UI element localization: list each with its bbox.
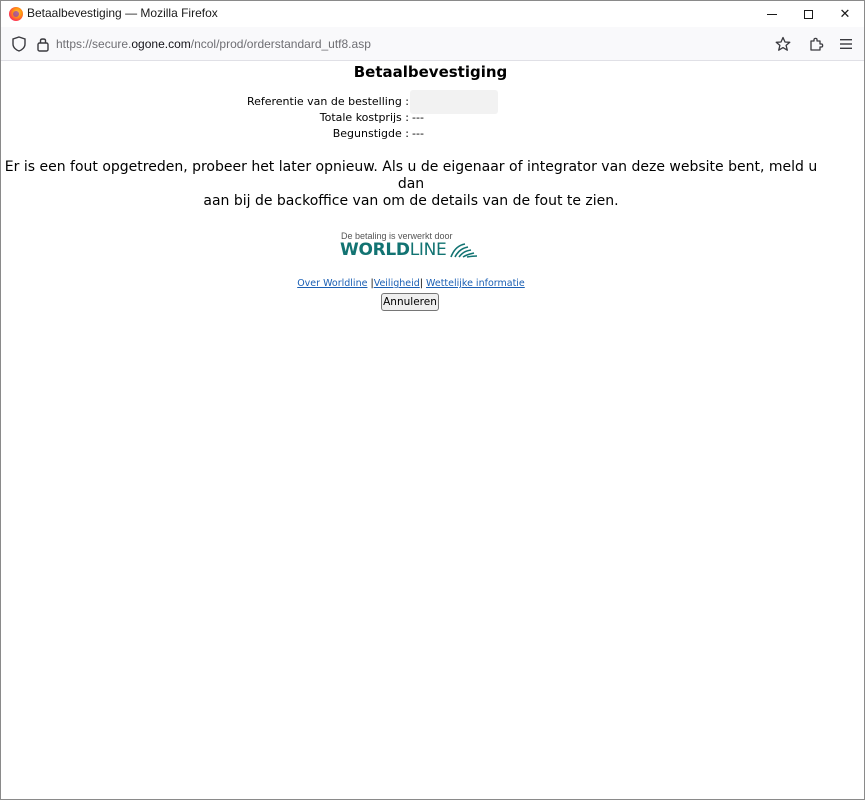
- total-value: ---: [412, 111, 424, 124]
- url-path: /ncol/prod/orderstandard_utf8.asp: [190, 37, 371, 51]
- url-bar[interactable]: https://secure.ogone.com/ncol/prod/order…: [56, 34, 376, 54]
- footer-links: Over Worldline |Veiligheid| Wettelijke i…: [1, 277, 821, 291]
- close-icon: ✕: [839, 6, 851, 22]
- url-host: ogone.com: [131, 37, 191, 51]
- firefox-icon: [9, 7, 23, 21]
- maximize-button[interactable]: [789, 1, 827, 27]
- shield-icon[interactable]: [9, 34, 29, 54]
- detail-row-reference: Referentie van de bestelling :: [1, 90, 864, 114]
- window-title: Betaalbevestiging — Mozilla Firefox: [27, 6, 218, 20]
- legal-info-link[interactable]: Wettelijke informatie: [426, 278, 525, 289]
- worldline-logo: WORLDLINE: [340, 240, 478, 260]
- url-prefix: https://secure.: [56, 37, 132, 51]
- minimize-button[interactable]: [753, 1, 791, 27]
- about-worldline-link[interactable]: Over Worldline: [297, 278, 367, 289]
- page-content: Betaalbevestiging Referentie van de best…: [1, 62, 864, 799]
- browser-window: Betaalbevestiging — Mozilla Firefox ✕ ht…: [0, 0, 865, 800]
- navigation-bar: https://secure.ogone.com/ncol/prod/order…: [1, 27, 864, 61]
- reference-label: Referentie van de bestelling :: [246, 95, 409, 108]
- extensions-icon[interactable]: [806, 34, 826, 54]
- detail-row-total: Totale kostprijs : ---: [1, 110, 864, 126]
- total-label: Totale kostprijs :: [319, 111, 409, 124]
- error-message-line2: aan bij de backoffice van om de details …: [203, 193, 619, 209]
- beneficiary-value: ---: [412, 127, 424, 140]
- detail-row-beneficiary: Begunstigde : ---: [1, 126, 864, 142]
- menu-icon[interactable]: [836, 34, 856, 54]
- page-title-text: Betaalbevestiging: [353, 63, 508, 81]
- error-message-line1: Er is een fout opgetreden, probeer het l…: [4, 159, 818, 192]
- security-link[interactable]: Veiligheid: [374, 278, 420, 289]
- beneficiary-label: Begunstigde :: [332, 127, 409, 140]
- error-message: Er is een fout opgetreden, probeer het l…: [1, 159, 821, 210]
- cancel-button[interactable]: Annuleren: [381, 293, 439, 311]
- worldline-waves-icon: [449, 243, 477, 258]
- minimize-icon: [767, 13, 777, 15]
- page-title: Betaalbevestiging: [1, 62, 864, 82]
- logo-world: WORLD: [340, 240, 410, 260]
- lock-icon[interactable]: [33, 34, 53, 54]
- maximize-icon: [803, 9, 813, 19]
- worldline-wordmark: WORLDLINE: [340, 240, 447, 260]
- logo-line: LINE: [409, 240, 447, 260]
- close-button[interactable]: ✕: [826, 1, 864, 27]
- title-bar: Betaalbevestiging — Mozilla Firefox ✕: [1, 1, 864, 27]
- link-separator: |: [419, 278, 423, 289]
- star-icon[interactable]: [773, 34, 793, 54]
